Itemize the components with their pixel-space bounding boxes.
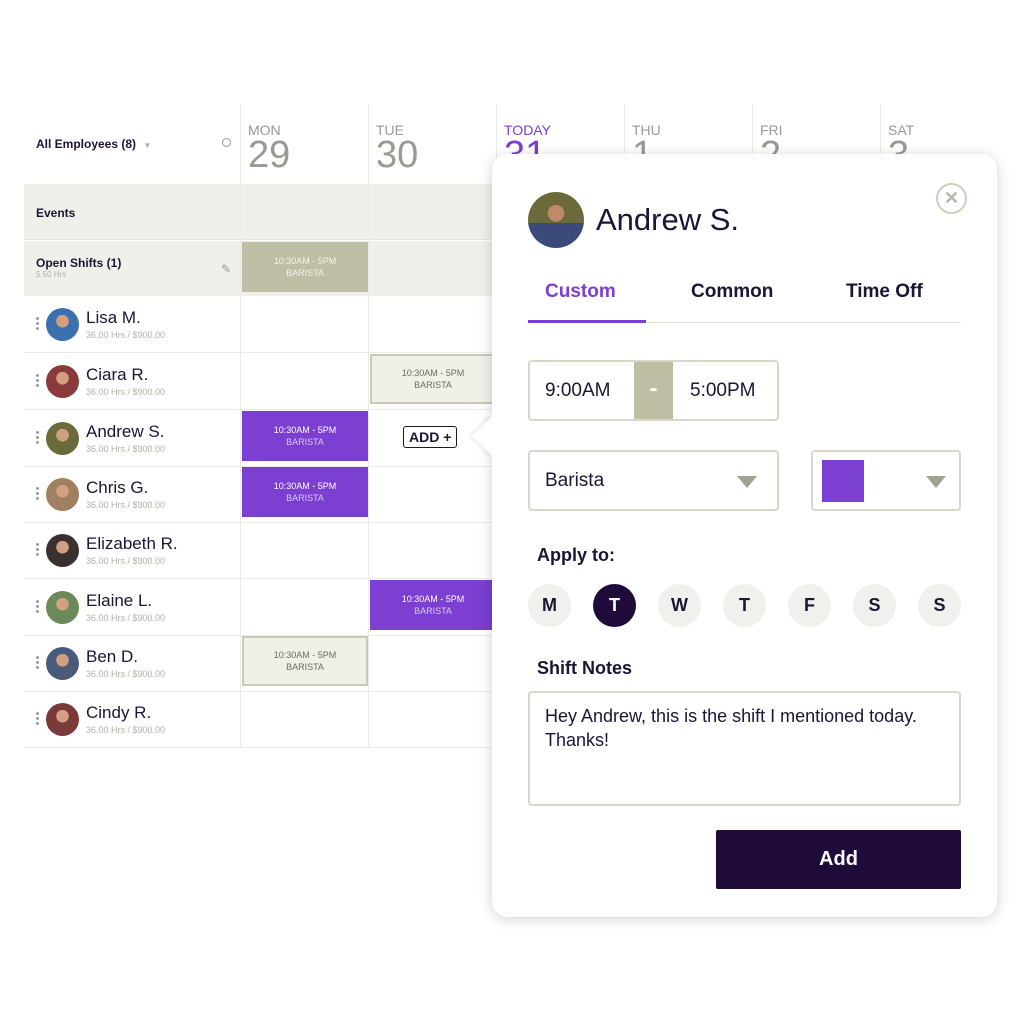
time-range-input: 9:00AM - 5:00PM: [528, 360, 779, 421]
drag-handle-icon[interactable]: [36, 316, 39, 330]
employee-name[interactable]: Cindy R.: [86, 703, 151, 723]
open-shifts-label: Open Shifts (1): [36, 256, 122, 270]
avatar: [46, 591, 79, 624]
magic-wand-icon[interactable]: ✎: [221, 262, 231, 276]
close-button[interactable]: ✕: [936, 183, 967, 214]
apply-day-toggle[interactable]: T: [593, 584, 636, 627]
employee-name[interactable]: Andrew S.: [86, 422, 164, 442]
apply-to-label: Apply to:: [537, 545, 615, 565]
employee-row: Lisa M. 36.00 Hrs / $900.00: [24, 296, 494, 353]
add-shift-button[interactable]: ADD +: [403, 426, 458, 448]
avatar: [46, 478, 79, 511]
drag-handle-icon[interactable]: [36, 542, 39, 556]
end-time-input[interactable]: 5:00PM: [690, 380, 755, 402]
apply-day-toggle[interactable]: T: [723, 584, 766, 627]
start-time-input[interactable]: 9:00AM: [545, 380, 610, 402]
tab-custom[interactable]: Custom: [545, 281, 616, 303]
employee-name[interactable]: Lisa M.: [86, 308, 141, 328]
color-swatch: [822, 460, 864, 502]
column-divider: [880, 104, 881, 154]
avatar: [46, 365, 79, 398]
employee-name[interactable]: Elaine L.: [86, 591, 152, 611]
shift-time: 10:30AM - 5PM: [401, 368, 465, 378]
apply-day-toggle[interactable]: F: [788, 584, 831, 627]
shift-role: BARISTA: [286, 437, 324, 447]
shift-block[interactable]: 10:30AM - 5PM BARISTA: [370, 354, 496, 404]
employee-hours: 36.00 Hrs / $900.00: [86, 444, 166, 454]
chevron-down-icon: [737, 476, 757, 488]
employee-filter[interactable]: All Employees (8) ▼: [36, 137, 151, 151]
employee-row: Elizabeth R. 36.00 Hrs / $900.00: [24, 522, 494, 579]
drag-handle-icon[interactable]: [36, 430, 39, 444]
add-shift-popup: Andrew S. ✕ Custom Common Time Off 9:00A…: [472, 154, 997, 917]
shift-block[interactable]: 10:30AM - 5PM BARISTA: [242, 467, 368, 517]
shift-role: BARISTA: [286, 493, 324, 503]
shift-time: 10:30AM - 5PM: [273, 481, 337, 491]
employee-name[interactable]: Elizabeth R.: [86, 534, 178, 554]
open-shifts-hours: 5.50 Hrs: [36, 270, 67, 279]
avatar: [46, 703, 79, 736]
tab-time-off[interactable]: Time Off: [846, 281, 923, 303]
avatar: [46, 308, 79, 341]
active-tab-indicator: [528, 320, 646, 323]
drag-handle-icon[interactable]: [36, 655, 39, 669]
avatar: [46, 422, 79, 455]
employee-name[interactable]: Ben D.: [86, 647, 138, 667]
employee-hours: 36.00 Hrs / $900.00: [86, 330, 166, 340]
column-divider: [624, 104, 625, 154]
position-value: Barista: [545, 470, 605, 491]
avatar: [528, 192, 584, 248]
shift-notes-textarea[interactable]: Hey Andrew, this is the shift I mentione…: [528, 691, 961, 806]
employee-hours: 36.00 Hrs / $900.00: [86, 556, 166, 566]
chevron-down-icon: [926, 476, 946, 488]
day-number-mon: 29: [248, 134, 291, 176]
drag-handle-icon[interactable]: [36, 486, 39, 500]
shift-notes-label: Shift Notes: [537, 658, 633, 678]
shift-role: BARISTA: [414, 380, 452, 390]
add-button[interactable]: Add: [716, 830, 961, 889]
apply-day-toggle[interactable]: S: [918, 584, 961, 627]
events-label: Events: [36, 206, 76, 220]
apply-day-toggle[interactable]: S: [853, 584, 896, 627]
shift-time: 10:30AM - 5PM: [401, 594, 465, 604]
employee-name: Andrew S.: [596, 202, 740, 237]
color-select[interactable]: [811, 450, 961, 511]
employee-hours: 36.00 Hrs / $900.00: [86, 669, 166, 679]
position-select[interactable]: Barista: [528, 450, 779, 511]
apply-day-toggle[interactable]: M: [528, 584, 571, 627]
employee-name[interactable]: Chris G.: [86, 478, 148, 498]
shift-notes-text: Hey Andrew, this is the shift I mentione…: [545, 706, 917, 750]
drag-handle-icon[interactable]: [36, 711, 39, 725]
shift-block[interactable]: 10:30AM - 5PM BARISTA: [242, 411, 368, 461]
shift-role: BARISTA: [286, 662, 324, 672]
employee-hours: 36.00 Hrs / $900.00: [86, 387, 166, 397]
employee-row: Cindy R. 36.00 Hrs / $900.00: [24, 691, 494, 748]
events-row: [24, 184, 494, 240]
employee-name[interactable]: Ciara R.: [86, 365, 148, 385]
shift-time: 10:30AM - 5PM: [273, 650, 337, 660]
day-number-tue: 30: [376, 134, 419, 176]
employee-hours: 36.00 Hrs / $900.00: [86, 613, 166, 623]
employee-hours: 36.00 Hrs / $900.00: [86, 725, 166, 735]
shift-role: BARISTA: [286, 268, 324, 278]
drag-handle-icon[interactable]: [36, 599, 39, 613]
chevron-down-icon: ▼: [143, 141, 152, 150]
time-separator: -: [634, 362, 673, 419]
open-shift-block[interactable]: 10:30AM - 5PM BARISTA: [242, 242, 368, 292]
search-icon[interactable]: [222, 138, 231, 147]
drag-handle-icon[interactable]: [36, 373, 39, 387]
shift-time: 10:30AM - 5PM: [273, 256, 337, 266]
column-divider: [752, 104, 753, 154]
shift-time: 10:30AM - 5PM: [273, 425, 337, 435]
avatar: [46, 534, 79, 567]
shift-block[interactable]: 10:30AM - 5PM BARISTA: [242, 636, 368, 686]
shift-role: BARISTA: [414, 606, 452, 616]
tab-common[interactable]: Common: [691, 281, 773, 303]
shift-block[interactable]: 10:30AM - 5PM BARISTA: [370, 580, 496, 630]
filter-label: All Employees (8): [36, 137, 137, 151]
apply-day-toggle[interactable]: W: [658, 584, 701, 627]
avatar: [46, 647, 79, 680]
employee-hours: 36.00 Hrs / $900.00: [86, 500, 166, 510]
